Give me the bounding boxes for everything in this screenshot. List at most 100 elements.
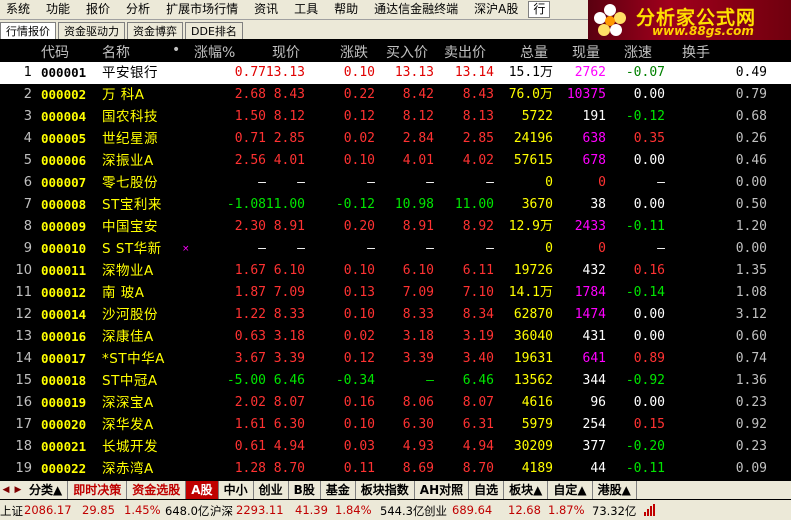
table-row[interactable]: 10 000011 深物业A 1.67 6.10 0.10 6.10 6.11 19726 432… [0, 260, 791, 282]
table-row[interactable]: 16 000019 深深宝A 2.02 8.07 0.16 8.06 8.07 4616 96 0.… [0, 392, 791, 414]
speed: -0.11 [625, 461, 665, 476]
stock-name: 深物业A [102, 263, 154, 279]
scroll-left-icon[interactable]: ◀ [0, 485, 12, 495]
speed: — [657, 175, 665, 190]
col-speed[interactable]: 涨速 [624, 42, 652, 62]
volume: 4189 [521, 461, 553, 476]
row-index: 3 [23, 109, 32, 124]
ask-price: 4.02 [462, 153, 494, 168]
market-tab-7[interactable]: 基金 [321, 481, 356, 499]
speed: 0.15 [633, 417, 665, 432]
menu-item-4[interactable]: 扩展市场行情 [160, 0, 238, 19]
table-row[interactable]: 1 000001 平安银行 0.77 13.13 0.10 13.13 13.14 15.1万 2… [0, 62, 791, 84]
market-tab-12[interactable]: 自定▲ [548, 481, 593, 499]
menu-item-3[interactable]: 分析 [120, 0, 150, 19]
menu-item-1[interactable]: 功能 [40, 0, 70, 19]
turnover: 0.49 [735, 65, 767, 80]
table-row[interactable]: 19 000022 深赤湾A 1.28 8.70 0.11 8.69 8.70 4189 44 -0… [0, 458, 791, 480]
stock-code: 000001 [41, 65, 87, 80]
volume: 5722 [521, 109, 553, 124]
price: 13.13 [265, 65, 305, 80]
market-tab-5[interactable]: 创业 [254, 481, 289, 499]
speed: 0.00 [633, 395, 665, 410]
row-index: 6 [23, 175, 32, 190]
change: 0.16 [343, 395, 375, 410]
menu-item-8[interactable]: 通达信金融终端 [368, 0, 458, 19]
price: 6.10 [273, 263, 305, 278]
volume: 15.1万 [508, 65, 553, 80]
table-row[interactable]: 4 000005 世纪星源 0.71 2.85 0.02 2.84 2.85 24196 638 0… [0, 128, 791, 150]
scroll-right-icon[interactable]: ▶ [12, 485, 24, 495]
table-row[interactable]: 17 000020 深华发A 1.61 6.30 0.10 6.30 6.31 5979 254 0… [0, 414, 791, 436]
col-turnover[interactable]: 换手 [682, 42, 710, 62]
col-code[interactable]: 代码 [41, 42, 69, 62]
table-row[interactable]: 3 000004 国农科技 1.50 8.12 0.12 8.12 8.13 5722 191 -0… [0, 106, 791, 128]
market-tab-11[interactable]: 板块▲ [504, 481, 549, 499]
sh-label: 上证 [0, 504, 23, 518]
tab-0[interactable]: 行情报价 [0, 22, 56, 39]
col-volume[interactable]: 总量 [520, 42, 548, 62]
menu-item-9[interactable]: 深沪A股 [468, 0, 518, 19]
turnover: 0.60 [735, 329, 767, 344]
ask-price: 6.11 [462, 263, 494, 278]
tab-3[interactable]: DDE排名 [185, 22, 243, 39]
table-row[interactable]: 9 000010 S ST华新 × — — — — — 0 0 — 0.00 [0, 238, 791, 260]
tab-2[interactable]: 资金博弈 [127, 22, 183, 39]
table-row[interactable]: 8 000009 中国宝安 2.30 8.91 0.20 8.91 8.92 12.9万 2433… [0, 216, 791, 238]
stock-name: 深深宝A [102, 395, 154, 411]
menu-item-10[interactable]: 行 [528, 1, 551, 18]
table-row[interactable]: 15 000018 ST中冠A -5.00 6.46 -0.34 — 6.46 13562 344… [0, 370, 791, 392]
cy-pct: 1.87% [548, 503, 585, 517]
market-tab-1[interactable]: 即时决策 [68, 481, 128, 499]
change: 0.03 [343, 439, 375, 454]
table-row[interactable]: 6 000007 零七股份 — — — — — 0 0 — 0.00 [0, 172, 791, 194]
table-row[interactable]: 2 000002 万 科A 2.68 8.43 0.22 8.42 8.43 76.0万 1037… [0, 84, 791, 106]
col-name[interactable]: 名称 [102, 42, 130, 62]
menu-item-2[interactable]: 报价 [80, 0, 110, 19]
table-row[interactable]: 13 000016 深康佳A 0.63 3.18 0.02 3.18 3.19 36040 431… [0, 326, 791, 348]
tab-1[interactable]: 资金驱动力 [58, 22, 125, 39]
ask-price: 8.70 [462, 461, 494, 476]
table-row[interactable]: 18 000021 长城开发 0.61 4.94 0.03 4.93 4.94 30209 377… [0, 436, 791, 458]
bid-price: 13.13 [394, 65, 434, 80]
turnover: 0.79 [735, 87, 767, 102]
col-bid[interactable]: 买入价 [386, 42, 428, 62]
col-price[interactable]: 现价 [272, 42, 300, 62]
row-index: 7 [23, 197, 32, 212]
col-current[interactable]: 现量 [572, 42, 600, 62]
table-row[interactable]: 11 000012 南 玻A 1.87 7.09 0.13 7.09 7.10 14.1万 178… [0, 282, 791, 304]
change: — [367, 241, 375, 256]
menu-item-6[interactable]: 工具 [288, 0, 318, 19]
change-pct: 1.28 [234, 461, 266, 476]
volume: 13562 [513, 373, 553, 388]
market-tab-10[interactable]: 自选 [469, 481, 505, 499]
market-tab-6[interactable]: B股 [289, 481, 321, 499]
market-tab-9[interactable]: AH对照 [415, 481, 470, 499]
table-row[interactable]: 14 000017 *ST中华A 3.67 3.39 0.12 3.39 3.40 19631 6… [0, 348, 791, 370]
market-tab-4[interactable]: 中小 [219, 481, 254, 499]
col-ask[interactable]: 卖出价 [444, 42, 486, 62]
ask-price: 8.07 [462, 395, 494, 410]
col-change[interactable]: 涨跌 [340, 42, 368, 62]
menu-item-0[interactable]: 系统 [0, 0, 30, 19]
menu-item-7[interactable]: 帮助 [328, 0, 358, 19]
table-row[interactable]: 5 000006 深振业A 2.56 4.01 0.10 4.01 4.02 57615 678 0… [0, 150, 791, 172]
market-tab-13[interactable]: 港股▲ [593, 481, 637, 499]
bid-price: — [426, 241, 434, 256]
market-tab-2[interactable]: 资金选股 [127, 481, 187, 499]
table-row[interactable]: 12 000014 沙河股份 1.22 8.33 0.10 8.33 8.34 62870 147… [0, 304, 791, 326]
menu-item-5[interactable]: 资讯 [248, 0, 278, 19]
signal-icon [644, 504, 655, 516]
market-tab-3[interactable]: A股 [186, 481, 219, 499]
row-index: 14 [15, 351, 32, 366]
col-change-pct[interactable]: 涨幅% [194, 42, 235, 62]
market-tab-0[interactable]: 分类▲ [24, 481, 69, 499]
current-volume: 2762 [574, 65, 606, 80]
market-tab-8[interactable]: 板块指数 [356, 481, 415, 499]
price: 7.09 [273, 285, 305, 300]
row-index: 10 [15, 263, 32, 278]
sh-amount: 648.0亿 [165, 504, 210, 518]
table-row[interactable]: 7 000008 ST宝利来 -1.08 11.00 -0.12 10.98 11.00 367… [0, 194, 791, 216]
volume: 62870 [513, 307, 553, 322]
sh-change: 29.85 [82, 503, 115, 517]
